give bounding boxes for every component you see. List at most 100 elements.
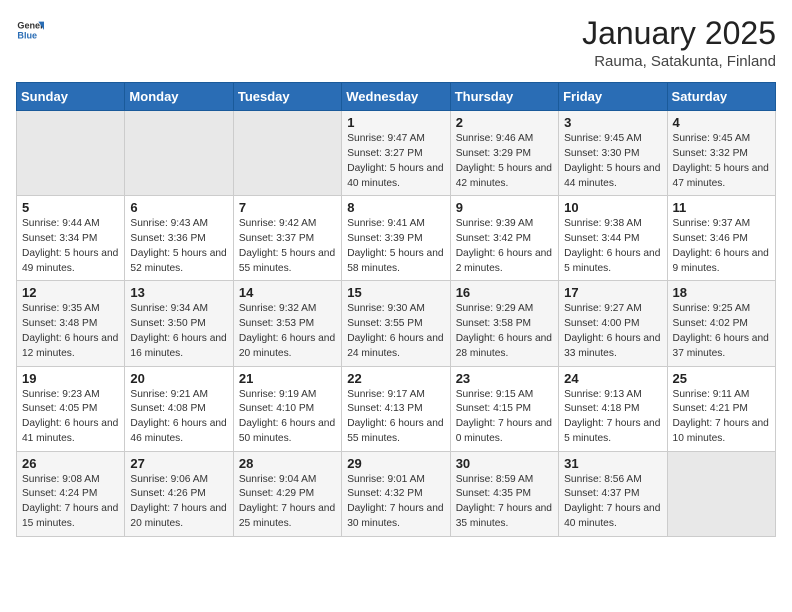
day-number: 17 bbox=[564, 285, 661, 300]
week-row-1: 1 Sunrise: 9:47 AM Sunset: 3:27 PM Daylig… bbox=[17, 111, 776, 196]
day-info: Sunrise: 9:43 AM Sunset: 3:36 PM Dayligh… bbox=[130, 217, 227, 276]
header-thursday: Thursday bbox=[450, 83, 558, 111]
day-number: 7 bbox=[239, 200, 336, 215]
day-cell-1-6: 11 Sunrise: 9:37 AM Sunset: 3:46 PM Dayli… bbox=[667, 196, 775, 281]
day-info: Sunrise: 9:19 AM Sunset: 4:10 PM Dayligh… bbox=[239, 388, 336, 447]
day-number: 23 bbox=[456, 371, 553, 386]
header-saturday: Saturday bbox=[667, 83, 775, 111]
day-cell-4-3: 29 Sunrise: 9:01 AM Sunset: 4:32 PM Dayli… bbox=[342, 451, 450, 536]
day-cell-2-1: 13 Sunrise: 9:34 AM Sunset: 3:50 PM Dayli… bbox=[125, 281, 233, 366]
header-tuesday: Tuesday bbox=[233, 83, 341, 111]
day-cell-3-6: 25Sunrise: 9:11 AM Sunset: 4:21 PM Dayli… bbox=[667, 366, 775, 451]
logo: General Blue bbox=[16, 16, 44, 44]
day-number: 4 bbox=[673, 115, 770, 130]
day-cell-4-5: 31Sunrise: 8:56 AM Sunset: 4:37 PM Dayli… bbox=[559, 451, 667, 536]
day-cell-1-0: 5 Sunrise: 9:44 AM Sunset: 3:34 PM Daylig… bbox=[17, 196, 125, 281]
day-info: Sunrise: 9:34 AM Sunset: 3:50 PM Dayligh… bbox=[130, 302, 227, 361]
header-monday: Monday bbox=[125, 83, 233, 111]
day-cell-1-3: 8 Sunrise: 9:41 AM Sunset: 3:39 PM Daylig… bbox=[342, 196, 450, 281]
day-number: 24 bbox=[564, 371, 661, 386]
day-cell-2-0: 12Sunrise: 9:35 AM Sunset: 3:48 PM Dayli… bbox=[17, 281, 125, 366]
day-cell-4-0: 26Sunrise: 9:08 AM Sunset: 4:24 PM Dayli… bbox=[17, 451, 125, 536]
week-row-4: 19Sunrise: 9:23 AM Sunset: 4:05 PM Dayli… bbox=[17, 366, 776, 451]
day-cell-0-4: 2 Sunrise: 9:46 AM Sunset: 3:29 PM Daylig… bbox=[450, 111, 558, 196]
day-number: 29 bbox=[347, 456, 444, 471]
day-number: 16 bbox=[456, 285, 553, 300]
day-info: Sunrise: 9:47 AM Sunset: 3:27 PM Dayligh… bbox=[347, 132, 444, 191]
day-cell-2-3: 15 Sunrise: 9:30 AM Sunset: 3:55 PM Dayli… bbox=[342, 281, 450, 366]
day-number: 8 bbox=[347, 200, 444, 215]
day-number: 15 bbox=[347, 285, 444, 300]
calendar-title: January 2025 bbox=[582, 16, 776, 51]
week-row-3: 12Sunrise: 9:35 AM Sunset: 3:48 PM Dayli… bbox=[17, 281, 776, 366]
week-row-2: 5 Sunrise: 9:44 AM Sunset: 3:34 PM Daylig… bbox=[17, 196, 776, 281]
day-info: Sunrise: 9:21 AM Sunset: 4:08 PM Dayligh… bbox=[130, 388, 227, 447]
day-cell-0-0 bbox=[17, 111, 125, 196]
day-number: 27 bbox=[130, 456, 227, 471]
day-cell-3-5: 24 Sunrise: 9:13 AM Sunset: 4:18 PM Dayli… bbox=[559, 366, 667, 451]
day-info: Sunrise: 9:01 AM Sunset: 4:32 PM Dayligh… bbox=[347, 473, 444, 532]
day-number: 22 bbox=[347, 371, 444, 386]
day-info: Sunrise: 9:15 AM Sunset: 4:15 PM Dayligh… bbox=[456, 388, 553, 447]
logo-icon: General Blue bbox=[16, 16, 44, 44]
day-cell-0-1 bbox=[125, 111, 233, 196]
day-cell-0-5: 3 Sunrise: 9:45 AM Sunset: 3:30 PM Daylig… bbox=[559, 111, 667, 196]
day-info: Sunrise: 9:32 AM Sunset: 3:53 PM Dayligh… bbox=[239, 302, 336, 361]
day-number: 30 bbox=[456, 456, 553, 471]
day-info: Sunrise: 9:11 AM Sunset: 4:21 PM Dayligh… bbox=[673, 388, 770, 447]
day-info: Sunrise: 9:39 AM Sunset: 3:42 PM Dayligh… bbox=[456, 217, 553, 276]
day-info: Sunrise: 9:27 AM Sunset: 4:00 PM Dayligh… bbox=[564, 302, 661, 361]
day-cell-0-3: 1 Sunrise: 9:47 AM Sunset: 3:27 PM Daylig… bbox=[342, 111, 450, 196]
day-cell-4-2: 28Sunrise: 9:04 AM Sunset: 4:29 PM Dayli… bbox=[233, 451, 341, 536]
header: General Blue January 2025 Rauma, Satakun… bbox=[16, 16, 776, 70]
header-wednesday: Wednesday bbox=[342, 83, 450, 111]
day-cell-0-2 bbox=[233, 111, 341, 196]
day-number: 11 bbox=[673, 200, 770, 215]
day-info: Sunrise: 9:08 AM Sunset: 4:24 PM Dayligh… bbox=[22, 473, 119, 532]
day-info: Sunrise: 9:42 AM Sunset: 3:37 PM Dayligh… bbox=[239, 217, 336, 276]
day-cell-2-2: 14 Sunrise: 9:32 AM Sunset: 3:53 PM Dayli… bbox=[233, 281, 341, 366]
day-number: 31 bbox=[564, 456, 661, 471]
day-number: 14 bbox=[239, 285, 336, 300]
day-number: 6 bbox=[130, 200, 227, 215]
day-info: Sunrise: 9:30 AM Sunset: 3:55 PM Dayligh… bbox=[347, 302, 444, 361]
day-info: Sunrise: 9:45 AM Sunset: 3:32 PM Dayligh… bbox=[673, 132, 770, 191]
day-number: 2 bbox=[456, 115, 553, 130]
day-cell-2-4: 16Sunrise: 9:29 AM Sunset: 3:58 PM Dayli… bbox=[450, 281, 558, 366]
day-number: 18 bbox=[673, 285, 770, 300]
day-info: Sunrise: 9:45 AM Sunset: 3:30 PM Dayligh… bbox=[564, 132, 661, 191]
day-number: 21 bbox=[239, 371, 336, 386]
day-info: Sunrise: 9:17 AM Sunset: 4:13 PM Dayligh… bbox=[347, 388, 444, 447]
day-info: Sunrise: 9:06 AM Sunset: 4:26 PM Dayligh… bbox=[130, 473, 227, 532]
day-info: Sunrise: 8:59 AM Sunset: 4:35 PM Dayligh… bbox=[456, 473, 553, 532]
day-cell-3-0: 19Sunrise: 9:23 AM Sunset: 4:05 PM Dayli… bbox=[17, 366, 125, 451]
header-sunday: Sunday bbox=[17, 83, 125, 111]
day-cell-1-2: 7 Sunrise: 9:42 AM Sunset: 3:37 PM Daylig… bbox=[233, 196, 341, 281]
day-cell-3-1: 20 Sunrise: 9:21 AM Sunset: 4:08 PM Dayli… bbox=[125, 366, 233, 451]
day-cell-2-6: 18 Sunrise: 9:25 AM Sunset: 4:02 PM Dayli… bbox=[667, 281, 775, 366]
day-info: Sunrise: 9:25 AM Sunset: 4:02 PM Dayligh… bbox=[673, 302, 770, 361]
day-info: Sunrise: 9:46 AM Sunset: 3:29 PM Dayligh… bbox=[456, 132, 553, 191]
day-number: 13 bbox=[130, 285, 227, 300]
day-info: Sunrise: 9:37 AM Sunset: 3:46 PM Dayligh… bbox=[673, 217, 770, 276]
day-number: 1 bbox=[347, 115, 444, 130]
day-cell-4-4: 30 Sunrise: 8:59 AM Sunset: 4:35 PM Dayli… bbox=[450, 451, 558, 536]
day-number: 3 bbox=[564, 115, 661, 130]
week-row-5: 26Sunrise: 9:08 AM Sunset: 4:24 PM Dayli… bbox=[17, 451, 776, 536]
day-number: 9 bbox=[456, 200, 553, 215]
day-number: 28 bbox=[239, 456, 336, 471]
header-friday: Friday bbox=[559, 83, 667, 111]
day-cell-3-3: 22 Sunrise: 9:17 AM Sunset: 4:13 PM Dayli… bbox=[342, 366, 450, 451]
calendar-table: Sunday Monday Tuesday Wednesday Thursday… bbox=[16, 82, 776, 537]
day-info: Sunrise: 9:23 AM Sunset: 4:05 PM Dayligh… bbox=[22, 388, 119, 447]
day-cell-1-4: 9 Sunrise: 9:39 AM Sunset: 3:42 PM Daylig… bbox=[450, 196, 558, 281]
day-info: Sunrise: 9:41 AM Sunset: 3:39 PM Dayligh… bbox=[347, 217, 444, 276]
day-info: Sunrise: 9:13 AM Sunset: 4:18 PM Dayligh… bbox=[564, 388, 661, 447]
day-number: 5 bbox=[22, 200, 119, 215]
day-number: 20 bbox=[130, 371, 227, 386]
day-cell-3-4: 23 Sunrise: 9:15 AM Sunset: 4:15 PM Dayli… bbox=[450, 366, 558, 451]
day-info: Sunrise: 9:44 AM Sunset: 3:34 PM Dayligh… bbox=[22, 217, 119, 276]
day-number: 10 bbox=[564, 200, 661, 215]
day-info: Sunrise: 9:38 AM Sunset: 3:44 PM Dayligh… bbox=[564, 217, 661, 276]
calendar-subtitle: Rauma, Satakunta, Finland bbox=[582, 53, 776, 70]
